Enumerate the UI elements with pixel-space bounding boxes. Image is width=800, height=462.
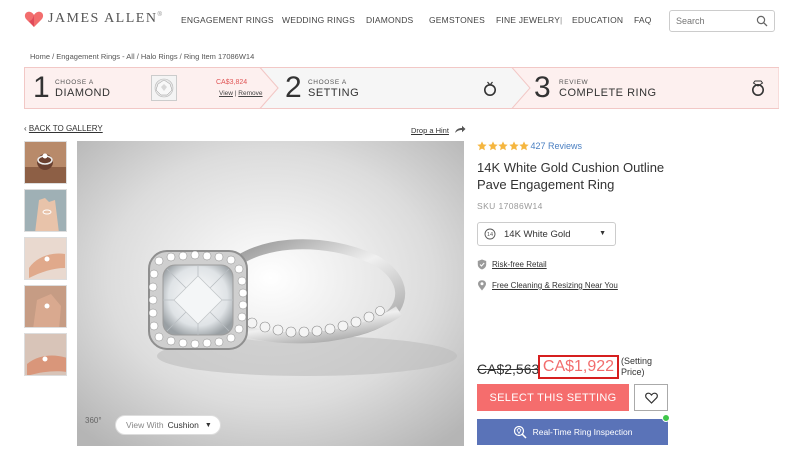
nav-wedding-rings[interactable]: WEDDING RINGS [282,15,355,25]
nav-diamonds[interactable]: DIAMONDS [366,15,413,25]
brand-logo[interactable]: JAMES ALLEN ® [24,9,162,29]
free-cleaning-feature[interactable]: Free Cleaning & Resizing Near You [477,280,618,291]
thumbnail-3[interactable] [24,237,67,280]
step-complete-ring[interactable]: 3 REVIEW COMPLETE RING [530,67,779,109]
ring-with-diamond-icon [752,80,764,96]
risk-free-feature[interactable]: Risk-free Retail [477,259,547,270]
hand-thumbnail [25,286,66,327]
step-3-title: COMPLETE RING [559,87,657,99]
chevron-down-icon: ▼ [599,230,606,237]
hand-thumbnail [25,334,66,375]
step-3-number: 3 [534,71,551,104]
location-pin-icon [478,280,486,291]
step-2-caption: CHOOSE A [308,79,347,86]
reviews-link[interactable]: 427 Reviews [531,141,583,151]
step-2-number: 2 [285,71,302,104]
selected-diamond-thumbnail[interactable] [151,75,177,101]
star-icon [498,141,508,151]
free-cleaning-label: Free Cleaning & Resizing Near You [492,281,618,290]
share-arrow-icon [455,125,466,133]
nav-gemstones[interactable]: GEMSTONES [429,15,485,25]
star-icon [477,141,487,151]
product-image[interactable]: 360° View With Cushion ▼ [77,141,464,446]
price-note-line-2: Price) [621,367,645,377]
risk-free-label: Risk-free Retail [492,260,547,269]
select-setting-button[interactable]: SELECT THIS SETTING [477,384,629,411]
step-choose-setting[interactable]: 2 CHOOSE A SETTING [278,67,530,109]
online-status-dot [662,414,670,422]
site-header: JAMES ALLEN ® ENGAGEMENT RINGS WEDDING R… [0,0,800,40]
diamond-actions: View | Remove [219,90,263,97]
step-1-caption: CHOOSE A [55,79,94,86]
view-360-toggle[interactable]: 360° [85,416,102,425]
diamond-icon [154,78,174,98]
sale-price-highlight: CA$1,922 [538,355,619,379]
nav-education[interactable]: EDUCATION [572,15,623,25]
nav-faq[interactable]: FAQ [634,15,652,25]
nav-fine-jewelry[interactable]: FINE JEWELRY [496,15,560,25]
nav-engagement-rings[interactable]: ENGAGEMENT RINGS [181,15,274,25]
nav-separator: | [560,15,563,25]
search-box[interactable] [669,10,775,32]
chevron-down-icon: ▼ [204,421,212,429]
hand-thumbnail [25,190,66,231]
price-note: (Setting Price) [621,356,652,378]
remove-diamond-link[interactable]: Remove [238,90,262,97]
shield-icon [477,259,487,270]
sale-price: CA$1,922 [542,358,615,375]
inspection-icon [513,425,527,439]
step-1-title: DIAMOND [55,87,111,99]
build-ring-steps: 1 CHOOSE A DIAMOND CA$3,824 View | Remov… [24,67,779,109]
thumbnail-1[interactable] [24,141,67,184]
step-2-title: SETTING [308,87,360,99]
wishlist-button[interactable] [634,384,668,411]
step-choose-diamond[interactable]: 1 CHOOSE A DIAMOND CA$3,824 View | Remov… [24,67,278,109]
hand-thumbnail [25,238,66,279]
search-icon[interactable] [756,15,768,27]
view-with-selector[interactable]: View With Cushion ▼ [115,415,221,435]
drop-a-hint-link[interactable]: Drop a Hint [411,125,466,135]
trademark-symbol: ® [157,12,162,18]
ring-inspection-button[interactable]: Real-Time Ring Inspection [477,419,668,445]
step-3-caption: REVIEW [559,79,589,86]
ring-icon [484,81,496,96]
back-to-gallery-label: BACK TO GALLERY [28,124,103,133]
search-input[interactable] [676,11,756,31]
thumbnail-4[interactable] [24,285,67,328]
rating[interactable]: 427 Reviews [477,141,582,151]
star-icon [519,141,529,151]
svg-text:14: 14 [487,232,493,238]
breadcrumb[interactable]: Home / Engagement Rings - All / Halo Rin… [30,52,254,61]
brand-name: JAMES ALLEN [48,11,158,26]
price-note-line-1: (Setting [621,356,653,366]
diamond-price: CA$3,824 [216,79,248,86]
back-arrow-icon: ‹ [24,124,27,133]
heart-logo-icon [24,11,44,27]
ring-product-photo [77,141,464,446]
metal-swatch-icon: 14 [484,228,496,240]
ring-inspection-label: Real-Time Ring Inspection [532,427,633,437]
view-with-value: Cushion [167,420,199,430]
original-price: CA$2,563 [477,361,540,377]
drop-a-hint-label: Drop a Hint [411,126,449,135]
view-with-label: View With [126,420,164,430]
step-1-number: 1 [33,71,50,104]
view-diamond-link[interactable]: View [219,90,233,97]
product-sku: SKU 17086W14 [477,201,543,211]
star-icon [487,141,498,151]
metal-select[interactable]: 14 14K White Gold ▼ [477,222,616,246]
thumbnail-5[interactable] [24,333,67,376]
ring-in-box-thumbnail [25,142,66,183]
heart-icon [644,392,658,404]
star-icon [508,141,519,151]
thumbnail-2[interactable] [24,189,67,232]
back-to-gallery-link[interactable]: ‹ BACK TO GALLERY [24,124,103,133]
metal-select-value: 14K White Gold [504,228,571,240]
product-title: 14K White Gold Cushion Outline Pave Enga… [477,160,665,192]
